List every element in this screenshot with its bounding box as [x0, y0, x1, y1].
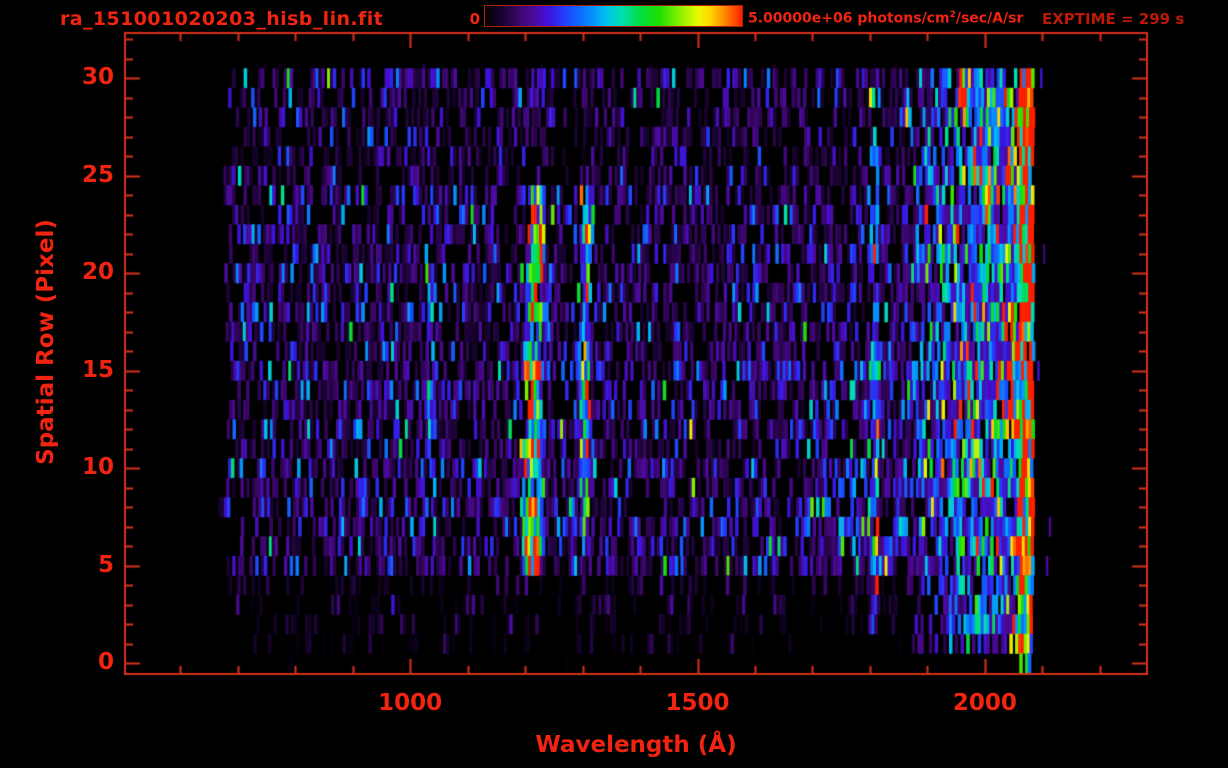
- spectral-heatmap-canvas: [0, 0, 1228, 768]
- x-tick-label: 1500: [643, 690, 753, 716]
- x-axis-title: Wavelength (Å): [535, 732, 736, 758]
- y-tick-label: 0: [48, 649, 114, 675]
- y-tick-label: 30: [48, 64, 114, 90]
- colorbar-max-prefix: 5.00000e+06 photons/cm: [748, 11, 950, 27]
- colorbar-max-label: 5.00000e+06 photons/cm2/sec/A/sr: [748, 10, 1023, 27]
- filename-title: ra_151001020203_hisb_lin.fit: [60, 8, 383, 30]
- y-axis-title: Spatial Row (Pixel): [33, 219, 59, 465]
- colorbar-gradient: [484, 5, 743, 27]
- exptime-label: EXPTIME = 299 s: [1042, 10, 1184, 28]
- colorbar-max-suffix: /sec/A/sr: [956, 11, 1024, 27]
- x-tick-label: 2000: [930, 690, 1040, 716]
- y-tick-label: 25: [48, 162, 114, 188]
- fits-quicklook-viewer: { "window": {"width": 1228, "height": 76…: [0, 0, 1228, 768]
- colorbar-min-label: 0: [446, 10, 480, 28]
- x-tick-label: 1000: [355, 690, 465, 716]
- y-tick-label: 5: [48, 552, 114, 578]
